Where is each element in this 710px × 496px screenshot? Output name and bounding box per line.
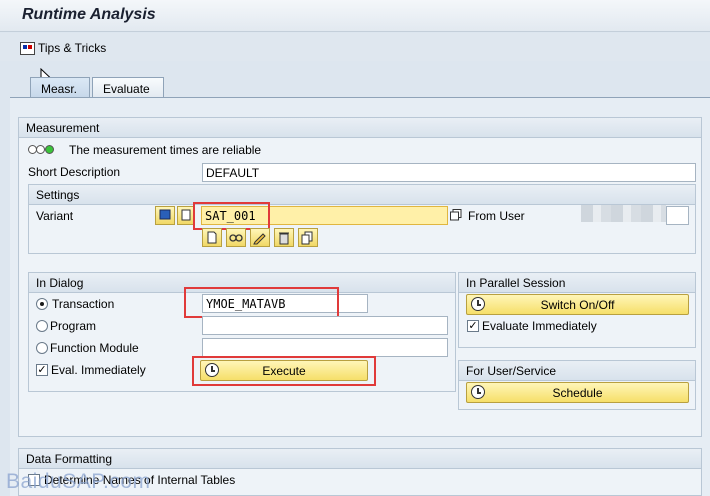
function-module-label: Function Module [50, 341, 139, 355]
trash-icon [279, 232, 289, 245]
copy-icon [301, 231, 313, 245]
switch-on-off-button[interactable]: Switch On/Off [466, 294, 689, 315]
program-label: Program [50, 319, 97, 333]
variant-display-button[interactable] [155, 206, 175, 225]
tips-icon [20, 41, 35, 55]
led-traffic-light-icon [28, 143, 58, 157]
change-variant-button[interactable] [250, 228, 270, 247]
settings-header: Settings [29, 185, 695, 205]
multi-select-icon[interactable] [450, 209, 462, 221]
data-formatting-header: Data Formatting [19, 449, 701, 469]
page-title: Runtime Analysis [22, 6, 156, 23]
copy-variant-button[interactable] [298, 228, 318, 247]
function-module-input[interactable] [202, 338, 448, 357]
evaluate-immediately-checkbox[interactable]: ✓ [467, 320, 479, 332]
transaction-radio[interactable] [36, 298, 48, 310]
tips-tricks-label: Tips & Tricks [38, 41, 107, 55]
schedule-button[interactable]: Schedule [466, 382, 689, 403]
tab-measr-label: Measr. [41, 82, 78, 96]
glasses-icon [229, 234, 243, 242]
watermark: BaiduSAP.com [6, 470, 151, 493]
highlight-box-transaction [184, 287, 339, 318]
application-toolbar [0, 33, 710, 61]
short-description-label: Short Description [28, 165, 121, 179]
parallel-session-header: In Parallel Session [459, 273, 695, 293]
display-variant-button[interactable] [226, 228, 246, 247]
clock-icon [471, 297, 485, 311]
program-input[interactable] [202, 316, 448, 335]
from-user-label: From User [468, 209, 525, 223]
schedule-label: Schedule [552, 385, 603, 400]
switch-on-off-label: Switch On/Off [540, 297, 615, 312]
function-module-radio[interactable] [36, 342, 48, 354]
delete-variant-button[interactable] [274, 228, 294, 247]
pencil-icon [253, 233, 266, 245]
evaluate-immediately-label: Evaluate Immediately [482, 319, 597, 333]
from-user-input[interactable] [666, 206, 689, 225]
clock-icon [471, 385, 485, 399]
highlight-box-variant [193, 202, 270, 230]
info-icon [181, 209, 191, 221]
tab-evaluate[interactable]: Evaluate [92, 77, 164, 97]
create-icon [207, 231, 217, 244]
transaction-label: Transaction [52, 297, 115, 311]
variant-label: Variant [36, 209, 74, 223]
tab-measr[interactable]: Measr. [30, 77, 90, 97]
redacted-user-value [581, 205, 666, 222]
eval-immediately-checkbox[interactable]: ✓ [36, 364, 48, 376]
program-radio[interactable] [36, 320, 48, 332]
short-description-input[interactable]: DEFAULT [202, 163, 696, 182]
eval-immediately-label: Eval. Immediately [51, 363, 146, 377]
tab-evaluate-label: Evaluate [103, 82, 150, 96]
create-variant-button[interactable] [202, 228, 222, 247]
highlight-box-execute [192, 356, 376, 386]
user-service-header: For User/Service [459, 361, 695, 381]
measurement-status-text: The measurement times are reliable [69, 143, 262, 157]
tips-tricks-button[interactable]: Tips & Tricks [20, 41, 106, 55]
measurement-header: Measurement [19, 118, 701, 138]
display-icon [159, 209, 171, 220]
